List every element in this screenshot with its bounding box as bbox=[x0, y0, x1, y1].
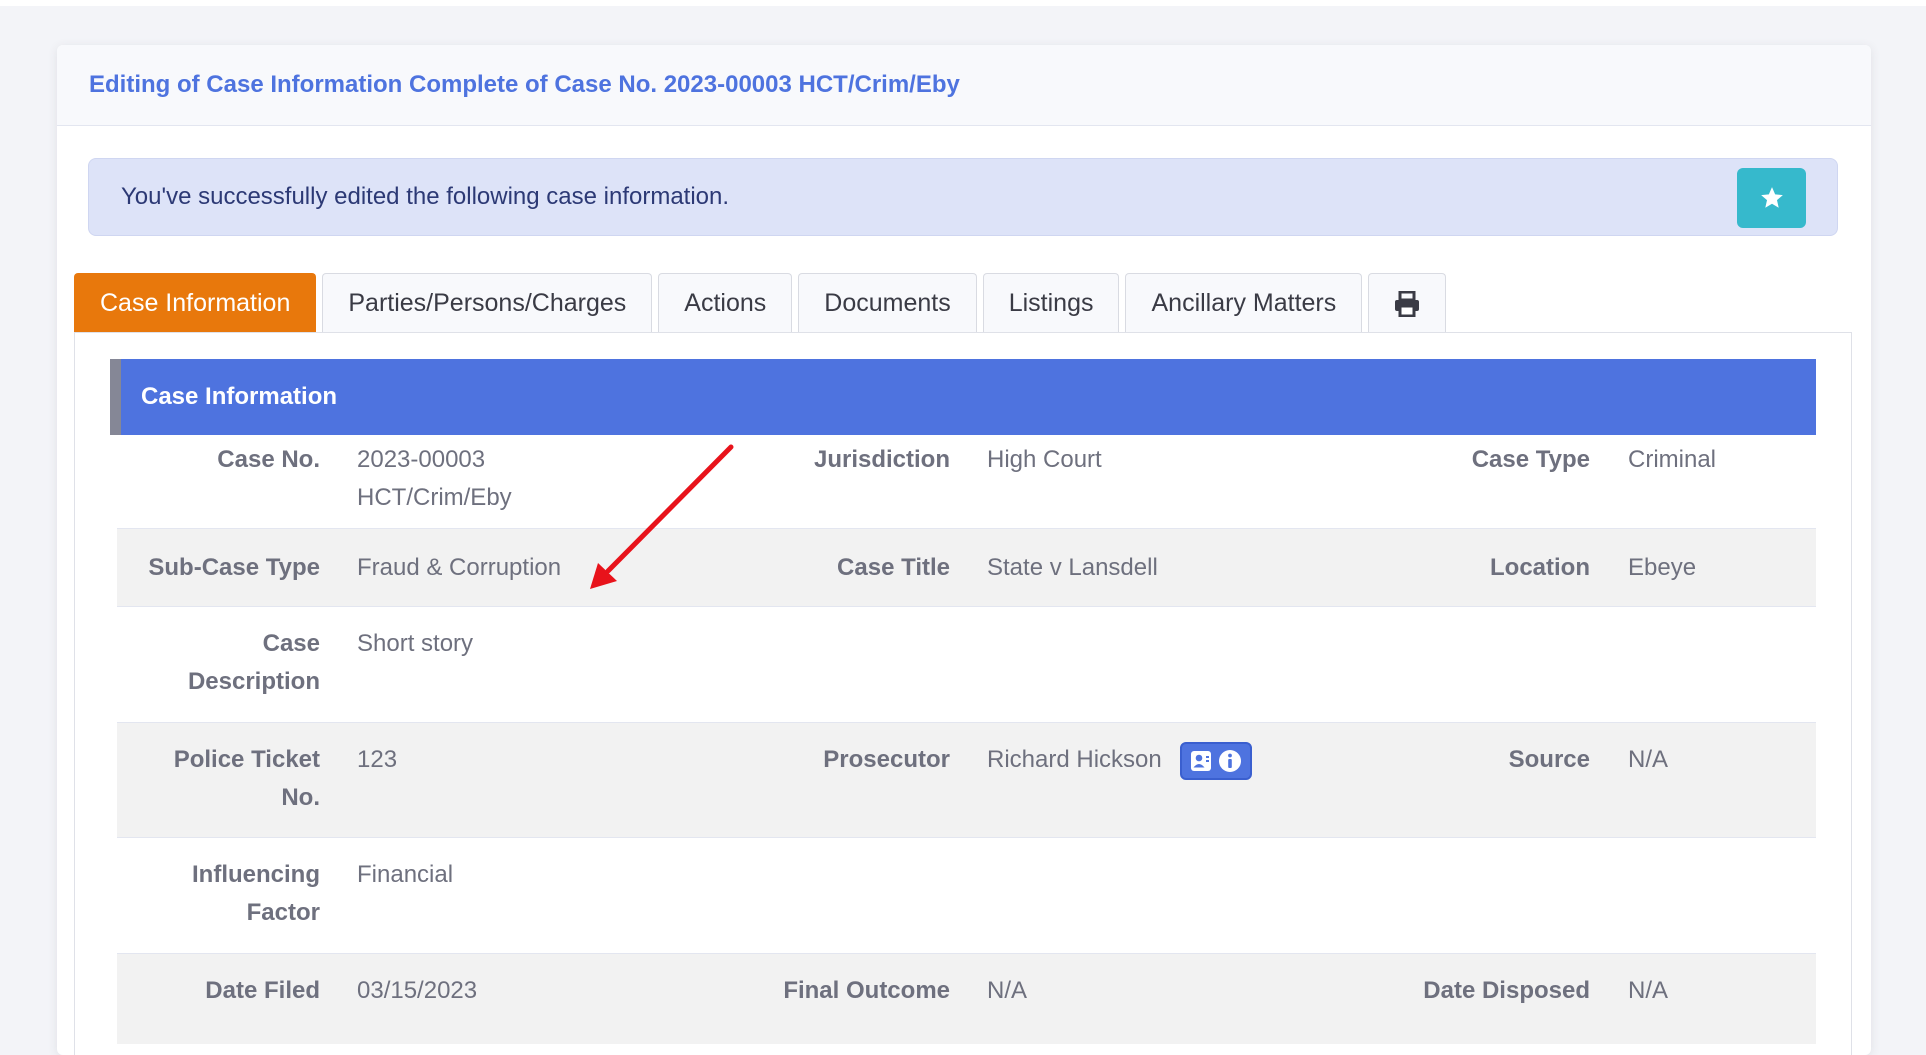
info-row: Case No. 2023-00003 HCT/Crim/Eby Jurisdi… bbox=[117, 435, 1816, 529]
tab-case-information[interactable]: Case Information bbox=[74, 273, 317, 333]
source-label: Source bbox=[1508, 746, 1590, 773]
tab-parties-persons-charges[interactable]: Parties/Persons/Charges bbox=[322, 273, 653, 333]
prosecutor-label: Prosecutor bbox=[823, 746, 950, 773]
star-button[interactable] bbox=[1737, 168, 1806, 228]
police-ticket-label: Police Ticket No. bbox=[117, 741, 320, 817]
police-ticket-label-line2: No. bbox=[281, 784, 320, 811]
sub-case-type-value: Fraud & Corruption bbox=[357, 554, 562, 581]
case-title-label: Case Title bbox=[837, 554, 950, 581]
info-row: Police Ticket No. 123 Prosecutor Richard… bbox=[117, 723, 1816, 838]
top-strip bbox=[0, 0, 1926, 6]
contact-card-icon[interactable] bbox=[1190, 750, 1212, 772]
card-header: Editing of Case Information Complete of … bbox=[57, 45, 1871, 126]
tab-listings[interactable]: Listings bbox=[982, 273, 1120, 333]
info-row: Sub-Case Type Fraud & Corruption Case Ti… bbox=[117, 529, 1816, 607]
case-description-value: Short story bbox=[357, 630, 474, 657]
tab-label: Ancillary Matters bbox=[1151, 289, 1337, 317]
section-header: Case Information bbox=[110, 359, 1816, 435]
date-disposed-value: N/A bbox=[1628, 977, 1669, 1004]
location-label: Location bbox=[1490, 554, 1590, 581]
case-title-value: State v Lansdell bbox=[987, 554, 1158, 581]
final-outcome-label: Final Outcome bbox=[783, 977, 950, 1004]
influencing-factor-label-line1: Influencing bbox=[192, 861, 320, 888]
tab-bar: Case Information Parties/Persons/Charges… bbox=[74, 273, 1452, 333]
star-icon bbox=[1760, 187, 1783, 208]
tab-label: Documents bbox=[824, 289, 951, 317]
tab-label: Actions bbox=[684, 289, 767, 317]
jurisdiction-label: Jurisdiction bbox=[813, 446, 950, 473]
police-ticket-value: 123 bbox=[357, 746, 398, 773]
case-card: Editing of Case Information Complete of … bbox=[57, 45, 1871, 1055]
print-icon bbox=[1395, 290, 1420, 317]
tab-label: Case Information bbox=[100, 289, 291, 317]
prosecutor-value: Richard Hickson bbox=[950, 741, 1410, 780]
influencing-factor-label-line2: Factor bbox=[246, 899, 320, 926]
case-no-value-line1: 2023-00003 bbox=[357, 446, 486, 473]
info-row: Case Description Short story bbox=[117, 607, 1816, 723]
influencing-factor-value: Financial bbox=[357, 861, 454, 888]
tab-label: Listings bbox=[1008, 289, 1094, 317]
final-outcome-value: N/A bbox=[987, 977, 1028, 1004]
source-value: N/A bbox=[1628, 746, 1669, 773]
case-description-label: Case Description bbox=[117, 625, 320, 701]
influencing-factor-label: Influencing Factor bbox=[117, 856, 320, 932]
success-alert: You've successfully edited the following… bbox=[88, 158, 1838, 236]
prosecutor-name: Richard Hickson bbox=[987, 746, 1162, 773]
tab-ancillary-matters[interactable]: Ancillary Matters bbox=[1125, 273, 1363, 333]
page-title: Editing of Case Information Complete of … bbox=[89, 71, 960, 98]
case-no-value: 2023-00003 HCT/Crim/Eby bbox=[320, 441, 720, 517]
case-description-label-line1: Case bbox=[262, 630, 320, 657]
info-icon[interactable] bbox=[1218, 749, 1242, 773]
tab-label: Parties/Persons/Charges bbox=[348, 289, 627, 317]
case-no-value-line2: HCT/Crim/Eby bbox=[357, 484, 512, 511]
alert-message: You've successfully edited the following… bbox=[121, 183, 730, 210]
info-row: Date Filed 03/15/2023 Final Outcome N/A … bbox=[117, 954, 1816, 1044]
case-type-label: Case Type bbox=[1471, 446, 1590, 473]
sub-case-type-label: Sub-Case Type bbox=[148, 554, 320, 581]
location-value: Ebeye bbox=[1628, 554, 1697, 581]
case-info-table: Case No. 2023-00003 HCT/Crim/Eby Jurisdi… bbox=[117, 435, 1816, 1044]
date-filed-label: Date Filed bbox=[205, 977, 320, 1004]
case-description-label-line2: Description bbox=[187, 668, 320, 695]
tab-print[interactable] bbox=[1368, 273, 1447, 333]
section-title: Case Information bbox=[141, 383, 338, 410]
info-row: Influencing Factor Financial bbox=[117, 838, 1816, 954]
prosecutor-actions bbox=[1180, 741, 1253, 780]
police-ticket-label-line1: Police Ticket bbox=[173, 746, 320, 773]
jurisdiction-value: High Court bbox=[987, 446, 1102, 473]
tab-documents[interactable]: Documents bbox=[798, 273, 977, 333]
date-disposed-label: Date Disposed bbox=[1423, 977, 1590, 1004]
date-filed-value: 03/15/2023 bbox=[357, 977, 478, 1004]
case-type-value: Criminal bbox=[1628, 446, 1717, 473]
tab-actions[interactable]: Actions bbox=[658, 273, 793, 333]
case-no-label: Case No. bbox=[217, 446, 320, 473]
